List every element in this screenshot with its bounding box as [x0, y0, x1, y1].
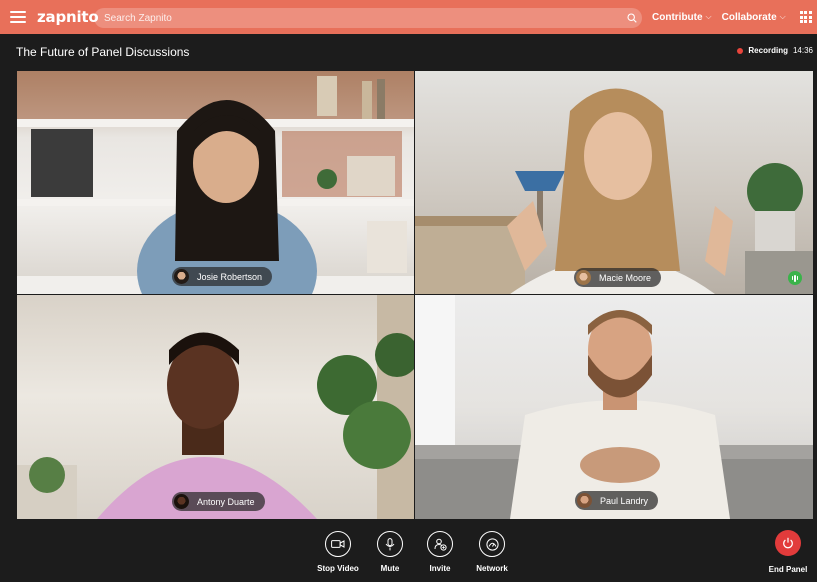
participant-name-tag: Macie Moore — [574, 268, 662, 287]
search-bar[interactable] — [94, 8, 642, 28]
nav-contribute[interactable]: Contribute ⌵ — [652, 12, 712, 23]
chevron-down-icon: ⌵ — [705, 12, 712, 21]
participant-video — [415, 88, 813, 294]
app-logo[interactable]: zapnito — [37, 8, 99, 26]
participant-name: Antony Duarte — [197, 496, 255, 507]
participant-name: Macie Moore — [599, 272, 652, 283]
recording-dot-icon — [737, 47, 744, 54]
participant-name-tag: Josie Robertson — [172, 267, 273, 286]
network-button[interactable]: Network — [462, 531, 522, 573]
stop-video-button[interactable]: Stop Video — [308, 531, 368, 573]
participant-name-tag: Paul Landry — [575, 491, 659, 510]
stop-video-label: Stop Video — [317, 564, 359, 573]
nav-collaborate[interactable]: Collaborate ⌵ — [722, 12, 786, 23]
participant-name: Josie Robertson — [197, 271, 263, 282]
microphone-icon — [377, 531, 403, 557]
chevron-down-icon: ⌵ — [779, 12, 786, 21]
end-panel-label: End Panel — [768, 565, 808, 574]
nav-collaborate-label: Collaborate — [721, 11, 777, 23]
nav-contribute-label: Contribute — [652, 11, 703, 23]
top-bar: zapnito Contribute⌵ Collaborate⌵ ⌵ — [0, 0, 817, 34]
invite-button[interactable]: Invite — [410, 531, 470, 573]
search-icon[interactable] — [622, 8, 642, 28]
video-tile[interactable]: Paul Landry — [415, 295, 813, 519]
end-panel-button[interactable]: End Panel — [759, 530, 817, 574]
avatar — [174, 269, 189, 284]
video-tile[interactable]: Macie Moore — [415, 71, 813, 294]
recording-label: Recording — [748, 46, 788, 55]
participant-name-tag: Antony Duarte — [172, 492, 265, 511]
participant-video — [17, 71, 414, 294]
mute-label: Mute — [380, 564, 400, 573]
search-input[interactable] — [94, 12, 622, 24]
network-label: Network — [476, 564, 508, 573]
session-header: The Future of Panel Discussions Recordin… — [0, 34, 817, 70]
video-camera-icon — [325, 531, 351, 557]
recording-indicator: Recording 14:36 — [737, 46, 813, 55]
apps-grid-icon[interactable] — [799, 11, 812, 23]
page-title: The Future of Panel Discussions — [16, 45, 190, 59]
call-controls: Stop Video Mute Invite Network End Panel — [0, 520, 817, 582]
elapsed-time: 14:36 — [792, 46, 813, 55]
avatar — [576, 270, 591, 285]
participant-name: Paul Landry — [600, 495, 649, 506]
avatar — [174, 494, 189, 509]
menu-icon[interactable] — [10, 11, 26, 23]
video-tile[interactable]: Josie Robertson — [17, 71, 414, 294]
participant-video — [415, 295, 813, 519]
add-user-icon — [427, 531, 453, 557]
video-tile[interactable]: Antony Duarte — [17, 295, 414, 519]
invite-label: Invite — [429, 564, 451, 573]
network-gauge-icon — [479, 531, 505, 557]
power-icon — [775, 530, 801, 556]
avatar — [577, 493, 592, 508]
participant-video — [17, 295, 414, 519]
speaking-indicator-icon — [788, 271, 802, 285]
